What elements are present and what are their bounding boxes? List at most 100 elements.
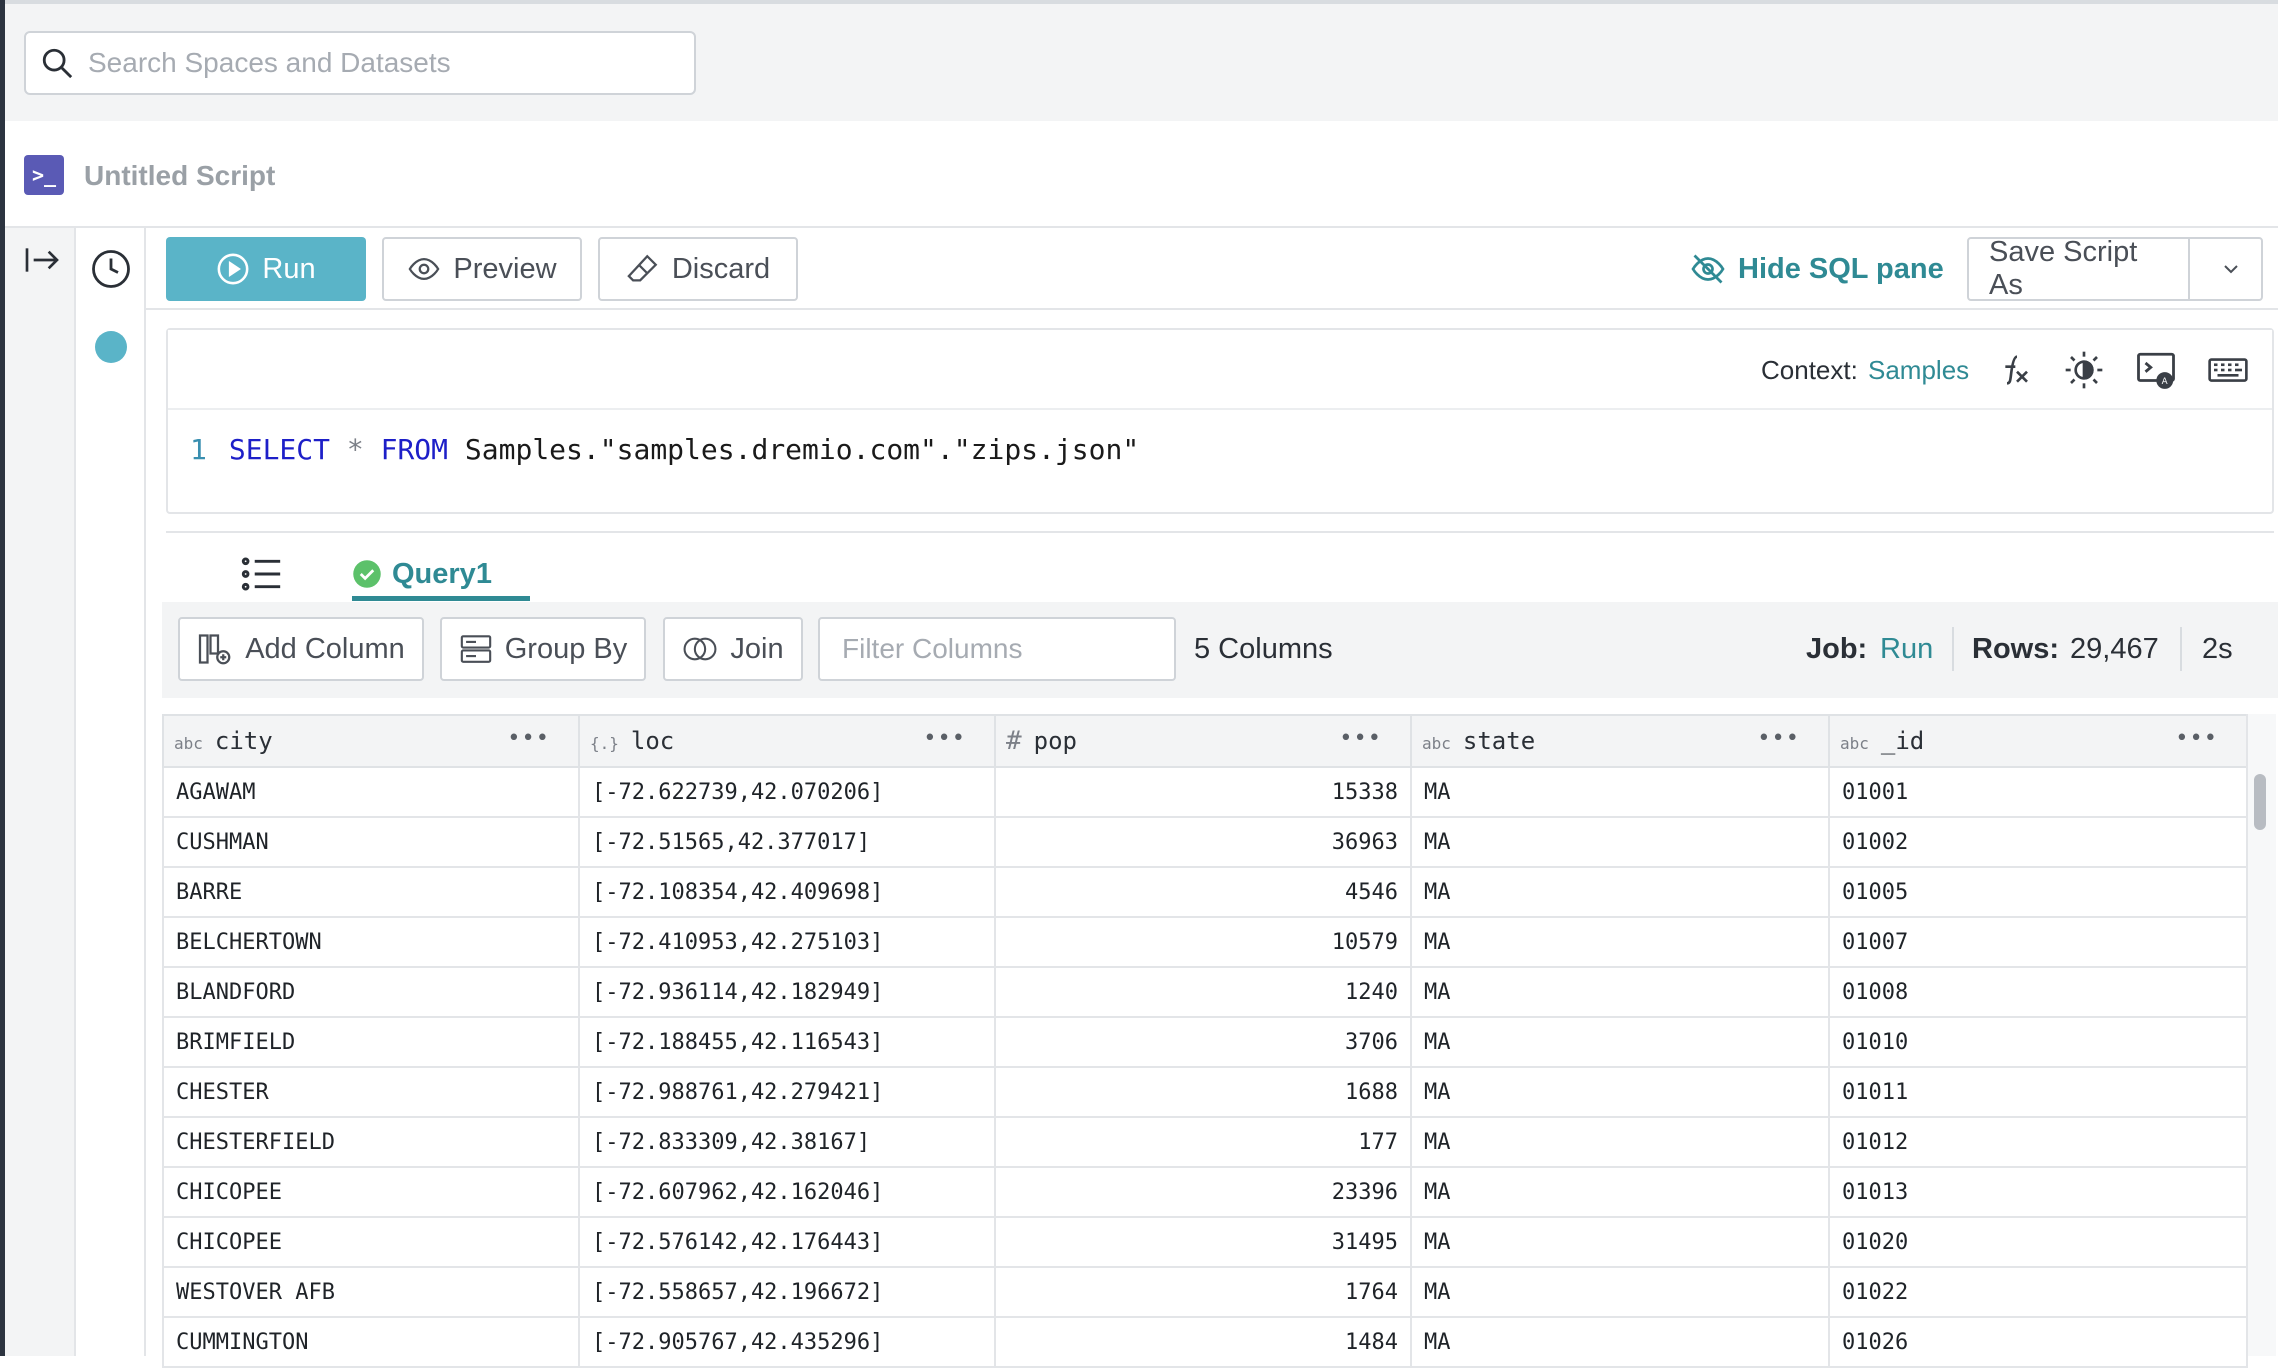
sql-code-line[interactable]: 1 SELECT * FROM Samples."samples.dremio.c… <box>190 428 1139 472</box>
table-cell-pop[interactable]: 10579 <box>994 916 1412 968</box>
column-menu-icon[interactable]: ••• <box>2175 726 2218 751</box>
table-cell-loc[interactable]: [-72.558657,42.196672] <box>578 1266 996 1318</box>
save-script-as-button[interactable]: Save Script As <box>1967 236 2263 301</box>
job-link[interactable]: Run <box>1880 627 1933 671</box>
table-cell-id[interactable]: 01010 <box>1828 1016 2248 1068</box>
table-cell-loc[interactable]: [-72.607962,42.162046] <box>578 1166 996 1218</box>
table-cell-city[interactable]: CHESTER <box>162 1066 580 1118</box>
column-header-id[interactable]: abc _id ••• <box>1828 714 2248 768</box>
table-cell-pop[interactable]: 1764 <box>994 1266 1412 1318</box>
sql-assist-icon[interactable]: A <box>2134 348 2178 392</box>
column-menu-icon[interactable]: ••• <box>507 726 550 751</box>
column-menu-icon[interactable]: ••• <box>1339 726 1382 751</box>
table-cell-state[interactable]: MA <box>1410 1116 1830 1168</box>
table-cell-city[interactable]: BRIMFIELD <box>162 1016 580 1068</box>
table-cell-state[interactable]: MA <box>1410 1316 1830 1368</box>
table-cell-state[interactable]: MA <box>1410 966 1830 1018</box>
column-menu-icon[interactable]: ••• <box>923 726 966 751</box>
history-clock-icon[interactable] <box>90 248 132 295</box>
table-cell-id[interactable]: 01011 <box>1828 1066 2248 1118</box>
table-cell-id[interactable]: 01020 <box>1828 1216 2248 1268</box>
table-cell-city[interactable]: BARRE <box>162 866 580 918</box>
table-cell-state[interactable]: MA <box>1410 1166 1830 1218</box>
jobs-list-icon[interactable] <box>240 554 284 599</box>
table-cell-city[interactable]: BELCHERTOWN <box>162 916 580 968</box>
context-value[interactable]: Samples <box>1868 350 1969 390</box>
table-cell-city[interactable]: WESTOVER AFB <box>162 1266 580 1318</box>
table-cell-id[interactable]: 01008 <box>1828 966 2248 1018</box>
function-fx-icon[interactable] <box>1990 348 2034 392</box>
table-cell-city[interactable]: CUMMINGTON <box>162 1316 580 1368</box>
table-row[interactable]: AGAWAM [-72.622739,42.070206] 15338 MA 01001 <box>162 766 2248 818</box>
table-cell-city[interactable]: CHICOPEE <box>162 1216 580 1268</box>
table-cell-id[interactable]: 01002 <box>1828 816 2248 868</box>
column-menu-icon[interactable]: ••• <box>1757 726 1800 751</box>
table-cell-pop[interactable]: 1688 <box>994 1066 1412 1118</box>
scrollbar-thumb[interactable] <box>2254 774 2266 830</box>
table-cell-pop[interactable]: 4546 <box>994 866 1412 918</box>
script-title[interactable]: Untitled Script <box>84 156 275 196</box>
add-column-button[interactable]: Add Column <box>178 617 424 681</box>
table-row[interactable]: BELCHERTOWN [-72.410953,42.275103] 10579 MA… <box>162 916 2248 968</box>
chevron-down-icon[interactable] <box>2202 257 2261 281</box>
column-header-loc[interactable]: {.} loc ••• <box>578 714 996 768</box>
group-by-button[interactable]: Group By <box>440 617 646 681</box>
table-cell-state[interactable]: MA <box>1410 866 1830 918</box>
table-cell-pop[interactable]: 15338 <box>994 766 1412 818</box>
table-cell-city[interactable]: CHICOPEE <box>162 1166 580 1218</box>
table-cell-pop[interactable]: 36963 <box>994 816 1412 868</box>
table-cell-city[interactable]: AGAWAM <box>162 766 580 818</box>
table-cell-pop[interactable]: 1240 <box>994 966 1412 1018</box>
pane-divider[interactable] <box>166 531 2274 533</box>
table-cell-loc[interactable]: [-72.833309,42.38167] <box>578 1116 996 1168</box>
table-cell-city[interactable]: BLANDFORD <box>162 966 580 1018</box>
table-cell-state[interactable]: MA <box>1410 916 1830 968</box>
table-cell-pop[interactable]: 177 <box>994 1116 1412 1168</box>
table-row[interactable]: BRIMFIELD [-72.188455,42.116543] 3706 MA 010… <box>162 1016 2248 1068</box>
table-cell-city[interactable]: CUSHMAN <box>162 816 580 868</box>
table-cell-loc[interactable]: [-72.108354,42.409698] <box>578 866 996 918</box>
table-cell-loc[interactable]: [-72.51565,42.377017] <box>578 816 996 868</box>
table-cell-loc[interactable]: [-72.622739,42.070206] <box>578 766 996 818</box>
table-cell-id[interactable]: 01001 <box>1828 766 2248 818</box>
table-cell-state[interactable]: MA <box>1410 1016 1830 1068</box>
table-row[interactable]: WESTOVER AFB [-72.558657,42.196672] 1764 MA… <box>162 1266 2248 1318</box>
table-cell-state[interactable]: MA <box>1410 1066 1830 1118</box>
table-cell-city[interactable]: CHESTERFIELD <box>162 1116 580 1168</box>
column-header-state[interactable]: abc state ••• <box>1410 714 1830 768</box>
table-cell-state[interactable]: MA <box>1410 1216 1830 1268</box>
table-cell-state[interactable]: MA <box>1410 1266 1830 1318</box>
table-cell-loc[interactable]: [-72.905767,42.435296] <box>578 1316 996 1368</box>
tab-query1[interactable]: Query1 <box>352 548 492 600</box>
table-row[interactable]: CHICOPEE [-72.607962,42.162046] 23396 MA 010… <box>162 1166 2248 1218</box>
expand-panel-icon[interactable] <box>22 240 62 285</box>
table-row[interactable]: CUMMINGTON [-72.905767,42.435296] 1484 MA 01… <box>162 1316 2248 1368</box>
table-row[interactable]: BARRE [-72.108354,42.409698] 4546 MA 01005 <box>162 866 2248 918</box>
table-cell-state[interactable]: MA <box>1410 816 1830 868</box>
table-cell-state[interactable]: MA <box>1410 766 1830 818</box>
table-cell-loc[interactable]: [-72.988761,42.279421] <box>578 1066 996 1118</box>
table-cell-loc[interactable]: [-72.188455,42.116543] <box>578 1016 996 1068</box>
discard-button[interactable]: Discard <box>598 237 798 301</box>
search-box[interactable] <box>24 31 696 95</box>
table-row[interactable]: CHESTERFIELD [-72.833309,42.38167] 177 MA 01… <box>162 1116 2248 1168</box>
hide-sql-pane-button[interactable]: Hide SQL pane <box>1690 247 1944 291</box>
column-header-pop[interactable]: # pop ••• <box>994 714 1412 768</box>
table-cell-id[interactable]: 01013 <box>1828 1166 2248 1218</box>
table-cell-id[interactable]: 01022 <box>1828 1266 2248 1318</box>
table-cell-pop[interactable]: 1484 <box>994 1316 1412 1368</box>
table-row[interactable]: BLANDFORD [-72.936114,42.182949] 1240 MA 010… <box>162 966 2248 1018</box>
table-cell-id[interactable]: 01007 <box>1828 916 2248 968</box>
column-header-city[interactable]: abc city ••• <box>162 714 580 768</box>
table-cell-pop[interactable]: 23396 <box>994 1166 1412 1218</box>
run-button[interactable]: Run <box>166 237 366 301</box>
table-cell-id[interactable]: 01005 <box>1828 866 2248 918</box>
filter-columns-input[interactable] <box>840 632 1164 666</box>
preview-button[interactable]: Preview <box>382 237 582 301</box>
table-row[interactable]: CHESTER [-72.988761,42.279421] 1688 MA 01011 <box>162 1066 2248 1118</box>
table-cell-loc[interactable]: [-72.410953,42.275103] <box>578 916 996 968</box>
keyboard-icon[interactable] <box>2206 348 2250 392</box>
join-button[interactable]: Join <box>663 617 803 681</box>
table-cell-pop[interactable]: 3706 <box>994 1016 1412 1068</box>
table-row[interactable]: CUSHMAN [-72.51565,42.377017] 36963 MA 01002 <box>162 816 2248 868</box>
